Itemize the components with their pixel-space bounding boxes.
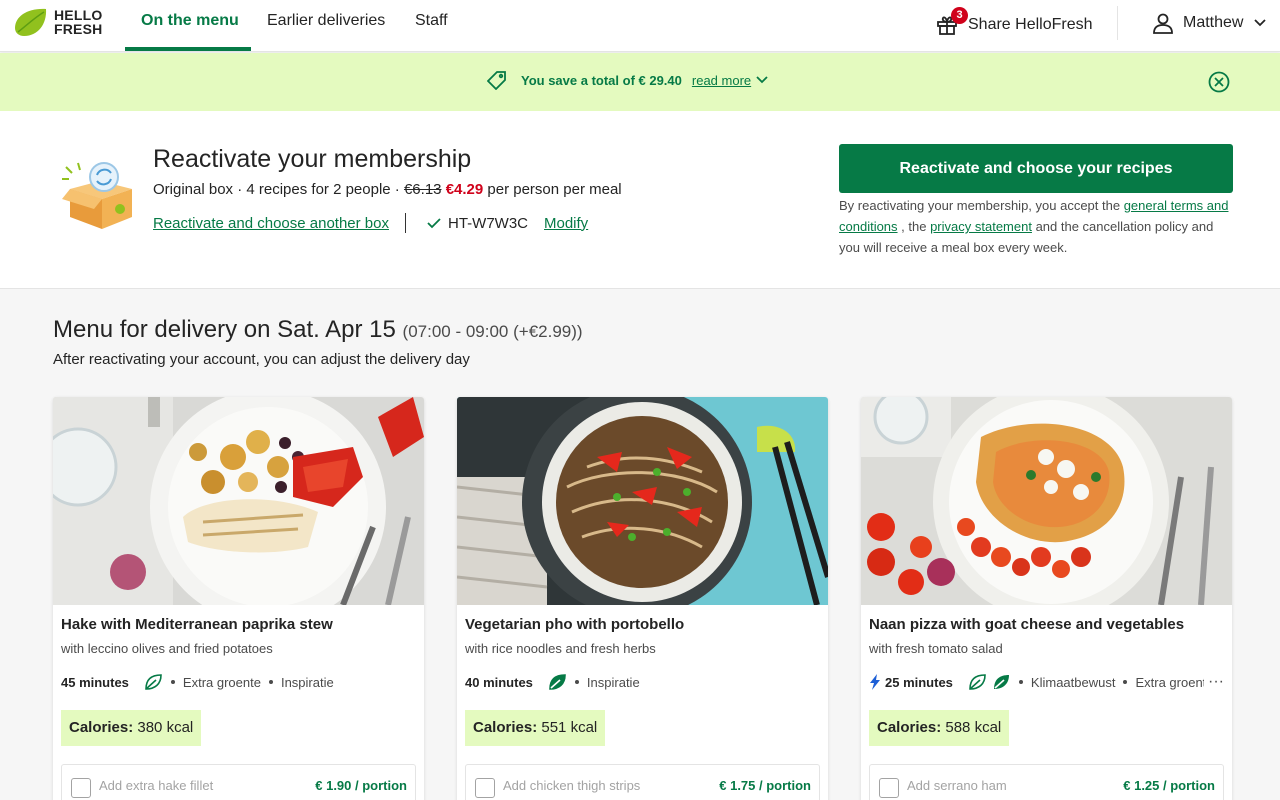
prep-time: 25 minutes — [869, 674, 953, 690]
delivery-slot: (07:00 - 09:00 (+€2.99)) — [402, 322, 583, 341]
lime-logo-icon — [15, 8, 47, 36]
user-icon — [1153, 13, 1173, 34]
new-price: €4.29 — [445, 181, 484, 198]
menu-subtitle: After reactivating your account, you can… — [53, 351, 470, 368]
leaf-icon — [969, 674, 986, 690]
recipe-meta: 45 minutes Extra groente Inspiratie — [61, 673, 417, 691]
box-illustration-icon — [62, 162, 132, 229]
recipe-meta: 40 minutes Inspiratie — [465, 673, 821, 691]
recipe-subtitle: with leccino olives and fried potatoes — [61, 641, 273, 656]
recipe-image[interactable] — [457, 397, 828, 605]
user-name: Matthew — [1183, 14, 1244, 31]
addon-checkbox[interactable] — [475, 778, 495, 798]
tab-earlier-deliveries[interactable]: Earlier deliveries — [267, 0, 385, 52]
read-more-link[interactable]: read more — [692, 73, 751, 88]
chevron-down-icon — [1254, 19, 1267, 27]
top-header: HELLO FRESH On the menu Earlier deliveri… — [0, 0, 1280, 52]
share-hellofresh-button[interactable]: 3 Share HelloFresh — [935, 7, 1093, 40]
calories-badge: Calories: 588 kcal — [869, 710, 1010, 746]
addon-option[interactable]: Add serrano ham € 1.25 / portion — [869, 764, 1224, 800]
recipe-subtitle: with fresh tomato salad — [869, 641, 1003, 656]
more-tags-icon[interactable]: ··· — [1204, 673, 1224, 691]
addon-price: € 1.25 / portion — [1123, 778, 1215, 793]
reactivate-button[interactable]: Reactivate and choose your recipes — [839, 144, 1233, 193]
tab-staff[interactable]: Staff — [415, 0, 448, 52]
recipe-card[interactable]: Hake with Mediterranean paprika stew wit… — [53, 397, 424, 800]
recipe-title[interactable]: Hake with Mediterranean paprika stew — [61, 616, 333, 633]
terms-text: By reactivating your membership, you acc… — [839, 198, 1229, 255]
recipe-tag: Extra groente — [1135, 674, 1214, 690]
addon-price: € 1.75 / portion — [719, 778, 811, 793]
choose-another-box-link[interactable]: Reactivate and choose another box — [153, 215, 389, 232]
addon-label: Add serrano ham — [907, 778, 1007, 793]
voucher-code: HT-W7W3C — [426, 215, 528, 232]
privacy-statement-link[interactable]: privacy statement — [930, 219, 1032, 234]
savings-text: You save a total of € 29.40 — [521, 72, 682, 88]
climate-leaf-icon — [993, 675, 1009, 689]
user-menu[interactable]: Matthew — [1152, 10, 1276, 36]
box-description: Original box · 4 recipes for 2 people · … — [153, 181, 622, 198]
recipe-card[interactable]: Vegetarian pho with portobello with rice… — [457, 397, 828, 800]
vertical-divider — [405, 213, 406, 233]
recipe-title[interactable]: Vegetarian pho with portobello — [465, 616, 684, 633]
active-tab-indicator — [125, 47, 251, 51]
recipe-subtitle: with rice noodles and fresh herbs — [465, 641, 656, 656]
recipe-tag: Inspiratie — [280, 674, 334, 690]
reactivate-panel: Reactivate your membership Original box … — [0, 111, 1280, 289]
recipe-title[interactable]: Naan pizza with goat cheese and vegetabl… — [869, 616, 1184, 633]
checkmark-icon — [427, 218, 441, 229]
recipe-card[interactable]: Naan pizza with goat cheese and vegetabl… — [861, 397, 1232, 800]
leaf-icon — [145, 674, 162, 690]
addon-label: Add chicken thigh strips — [503, 778, 641, 793]
addon-option[interactable]: Add extra hake fillet € 1.90 / portion — [61, 764, 416, 800]
tab-on-the-menu[interactable]: On the menu — [141, 0, 239, 52]
recipe-tag: Klimaatbewust — [1030, 674, 1116, 690]
reactivate-links: Reactivate and choose another box HT-W7W… — [153, 213, 588, 233]
addon-price: € 1.90 / portion — [315, 778, 407, 793]
price-tag-icon — [487, 71, 506, 90]
addon-option[interactable]: Add chicken thigh strips € 1.75 / portio… — [465, 764, 820, 800]
addon-checkbox[interactable] — [879, 778, 899, 798]
recipe-tag: Extra groente — [182, 674, 261, 690]
recipe-image[interactable] — [53, 397, 424, 605]
calories-badge: Calories: 551 kcal — [465, 710, 606, 746]
old-price: €6.13 — [403, 181, 442, 198]
addon-checkbox[interactable] — [71, 778, 91, 798]
modify-link[interactable]: Modify — [544, 215, 588, 232]
header-divider — [1117, 6, 1118, 40]
gift-icon: 3 — [935, 7, 968, 37]
savings-banner: You save a total of € 29.40 read more — [0, 53, 1280, 111]
recipe-image[interactable] — [861, 397, 1232, 605]
notification-badge: 3 — [951, 7, 968, 24]
recipe-tag: Inspiratie — [586, 674, 640, 690]
hellofresh-logo[interactable]: HELLO FRESH — [12, 6, 112, 40]
vegetarian-leaf-icon — [549, 674, 566, 690]
addon-label: Add extra hake fillet — [99, 778, 214, 793]
share-label: Share HelloFresh — [968, 16, 1093, 33]
prep-time: 40 minutes — [465, 674, 533, 690]
recipe-meta: 25 minutes Klimaatbewust Extra groente — [869, 673, 1225, 691]
prep-time: 45 minutes — [61, 674, 129, 690]
calories-badge: Calories: 380 kcal — [61, 710, 202, 746]
close-icon[interactable] — [1208, 71, 1230, 93]
reactivate-title: Reactivate your membership — [153, 145, 472, 173]
logo-wordmark: HELLO FRESH — [54, 7, 103, 37]
lightning-icon — [870, 674, 880, 690]
menu-title: Menu for delivery on Sat. Apr 15 (07:00 … — [53, 316, 583, 343]
chevron-down-icon[interactable] — [755, 73, 769, 87]
